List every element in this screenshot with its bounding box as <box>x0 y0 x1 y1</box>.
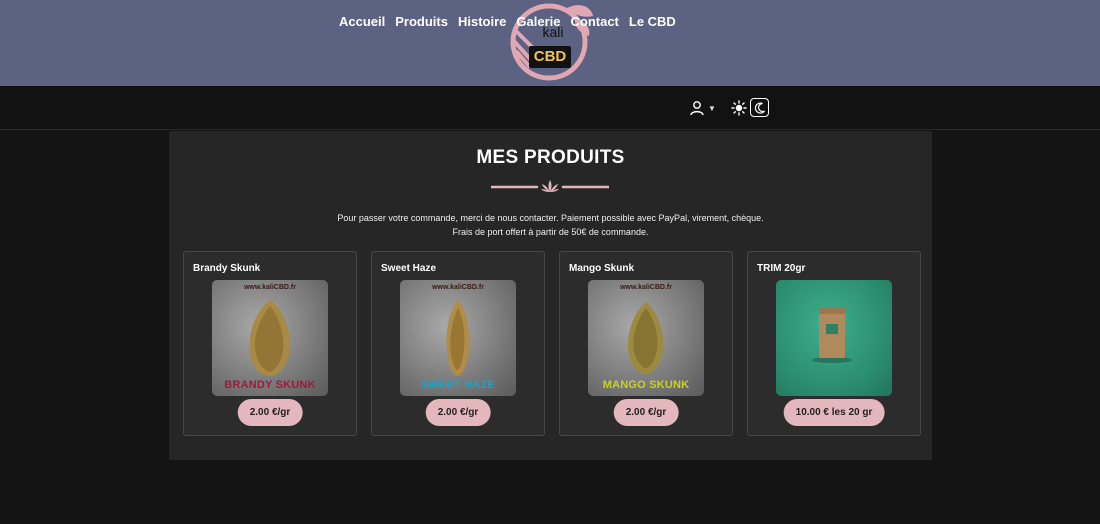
image-watermark: www.kaliCBD.fr <box>620 284 672 291</box>
user-icon <box>690 101 704 116</box>
kraft-pouch-image <box>812 308 852 363</box>
cannabis-bud-image <box>627 302 664 374</box>
nav-link-contact[interactable]: Contact <box>570 14 618 29</box>
site-logo[interactable]: kali CBD <box>505 0 595 86</box>
nav-link-galerie[interactable]: Galerie <box>516 14 560 29</box>
products-section: MES PRODUITS Pour passer votre commande,… <box>169 131 932 460</box>
cannabis-leaf-icon <box>541 180 559 192</box>
cannabis-bud-image <box>446 300 470 376</box>
logo-emblem <box>510 3 593 81</box>
nav-link-produits[interactable]: Produits <box>395 14 448 29</box>
nav-link-accueil[interactable]: Accueil <box>339 14 385 29</box>
product-card[interactable]: Sweet Haze www.kaliCBD.fr SWEET HAZE 2.0… <box>371 251 545 436</box>
order-info-line-2: Frais de port offert à partir de 50€ de … <box>452 227 649 237</box>
image-watermark: www.kaliCBD.fr <box>244 284 296 291</box>
theme-toggle[interactable] <box>731 98 769 117</box>
price-button[interactable]: 2.00 €/gr <box>237 399 303 426</box>
leaf-divider <box>491 180 609 192</box>
order-info: Pour passer votre commande, merci de nou… <box>169 211 932 239</box>
nav-link-histoire[interactable]: Histoire <box>458 14 506 29</box>
product-image[interactable]: www.kaliCBD.fr BRANDY SKUNK <box>212 280 328 396</box>
product-grid: Brandy Skunk www.kaliCBD.fr BRANDY SKUNK… <box>183 251 921 436</box>
image-label: SWEET HAZE <box>420 379 496 391</box>
price-button[interactable]: 10.00 € les 20 gr <box>783 399 885 426</box>
product-name: Sweet Haze <box>381 263 437 274</box>
logo-text-cbd: CBD <box>529 46 571 68</box>
nav-link-le-cbd[interactable]: Le CBD <box>629 14 676 29</box>
product-image[interactable]: www.kaliCBD.fr SWEET HAZE <box>400 280 516 396</box>
chevron-down-icon: ▼ <box>708 103 716 113</box>
price-button[interactable]: 2.00 €/gr <box>613 399 679 426</box>
product-name: TRIM 20gr <box>757 263 806 274</box>
order-info-line-1: Pour passer votre commande, merci de nou… <box>337 213 764 223</box>
user-dropdown[interactable]: ▼ <box>689 100 716 116</box>
product-image[interactable]: www.kaliCBD.fr MANGO SKUNK <box>588 280 704 396</box>
main-navbar <box>0 86 1100 130</box>
product-image[interactable] <box>776 280 892 396</box>
product-card[interactable]: TRIM 20gr 10.00 € les 20 gr <box>747 251 921 436</box>
price-button[interactable]: 2.00 €/gr <box>425 399 491 426</box>
image-label: MANGO SKUNK <box>602 379 690 391</box>
page-title: MES PRODUITS <box>476 147 625 168</box>
product-name: Brandy Skunk <box>193 263 261 274</box>
product-card[interactable]: Mango Skunk www.kaliCBD.fr MANGO SKUNK 2… <box>559 251 733 436</box>
sun-icon[interactable] <box>731 99 747 116</box>
nav-links: Accueil Produits Histoire Galerie Contac… <box>339 14 676 29</box>
image-label: BRANDY SKUNK <box>224 379 316 391</box>
image-watermark: www.kaliCBD.fr <box>432 284 484 291</box>
product-name: Mango Skunk <box>569 263 635 274</box>
product-card[interactable]: Brandy Skunk www.kaliCBD.fr BRANDY SKUNK… <box>183 251 357 436</box>
moon-icon[interactable] <box>750 98 769 117</box>
cannabis-bud-image <box>249 300 290 376</box>
